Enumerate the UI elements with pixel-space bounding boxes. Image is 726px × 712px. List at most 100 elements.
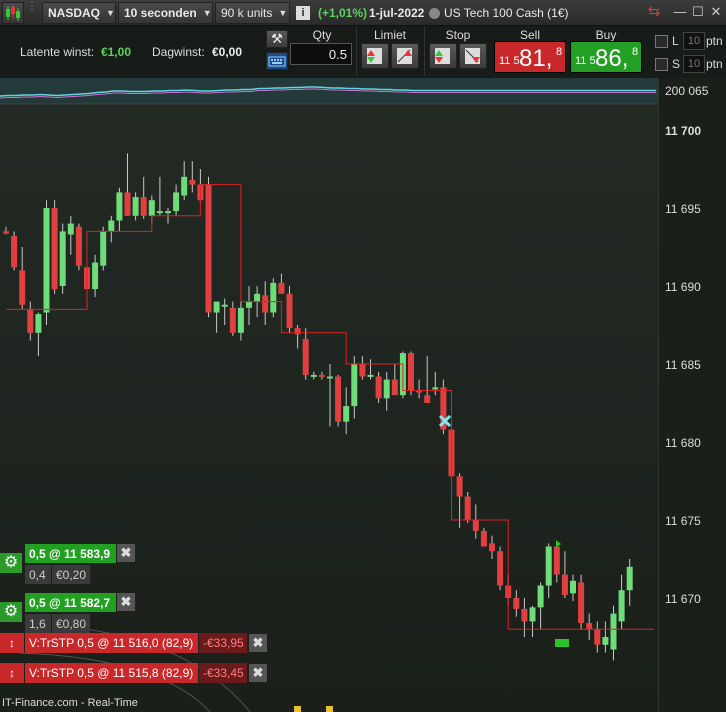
- candle: [464, 491, 471, 524]
- candle-body: [59, 231, 66, 286]
- candle-body: [262, 295, 269, 313]
- close-icon[interactable]: ✕: [708, 4, 724, 20]
- limit-points-unit: ptn: [706, 34, 723, 48]
- chart-canvas[interactable]: [0, 78, 726, 712]
- close-stop-button[interactable]: ✖: [249, 634, 267, 652]
- candle-body: [181, 176, 188, 196]
- stop-drag-handle-icon[interactable]: ↕: [0, 633, 24, 653]
- candle-body: [92, 262, 99, 290]
- candle-body: [11, 236, 18, 268]
- chevron-down-icon: ▼: [278, 8, 288, 18]
- instrument-name[interactable]: US Tech 100 Cash (1€): [444, 6, 569, 20]
- interval-dropdown[interactable]: 10 seconden ▼: [118, 2, 213, 24]
- stop-drag-handle-icon[interactable]: ↕: [0, 663, 24, 683]
- stop-points-input[interactable]: 10: [683, 55, 705, 73]
- qty-label: Qty: [312, 28, 332, 42]
- candle-body: [221, 304, 228, 307]
- keyboard-icon[interactable]: [266, 52, 288, 70]
- limit-buy-button[interactable]: [391, 43, 419, 69]
- candle-body: [213, 301, 220, 313]
- candle-body: [610, 613, 617, 650]
- latent-profit-value: €1,00: [101, 45, 132, 59]
- axis-tick-label: 11 700: [665, 124, 702, 138]
- candle-body: [35, 314, 42, 333]
- sell-button[interactable]: 11 5 81, 8: [494, 41, 566, 73]
- grip-handle[interactable]: ⋮: [27, 2, 41, 23]
- candle: [51, 200, 58, 294]
- candle-body: [521, 608, 528, 622]
- limit-sell-button[interactable]: [361, 43, 389, 69]
- candle-body: [432, 387, 439, 390]
- market-dropdown[interactable]: NASDAQ ▼: [42, 2, 116, 24]
- axis-tick-label: 11 690: [665, 280, 701, 294]
- stop-checkbox[interactable]: [655, 58, 668, 71]
- candle-body: [464, 496, 471, 520]
- position-qty: 1,6: [25, 614, 51, 633]
- candle-body: [237, 307, 244, 333]
- close-stop-button[interactable]: ✖: [249, 664, 267, 682]
- candle-body: [27, 309, 34, 333]
- price-axis: 200 065 11 700 11 695 11 690 11 685 11 6…: [658, 78, 726, 712]
- position-settings-gear-icon[interactable]: ⚙: [0, 602, 22, 622]
- latent-profit-label: Latente winst:: [20, 45, 95, 59]
- maximize-icon[interactable]: ☐: [690, 4, 706, 20]
- candle-body: [424, 395, 431, 403]
- candle: [335, 374, 342, 427]
- stop-sell-button[interactable]: [429, 43, 457, 69]
- candle-body: [108, 220, 115, 232]
- wrench-icon[interactable]: ⚒: [266, 30, 288, 48]
- event-marker[interactable]: [326, 706, 333, 712]
- event-marker[interactable]: [294, 706, 301, 712]
- limit-points-input[interactable]: 10: [683, 32, 705, 50]
- sell-price-prefix: 11 5: [499, 55, 520, 67]
- candle-body: [570, 580, 576, 594]
- candle-body: [359, 364, 366, 377]
- position-marker[interactable]: [555, 639, 569, 647]
- axis-tick-label: 11 670: [665, 592, 701, 606]
- candle-body: [497, 551, 504, 586]
- close-position-button[interactable]: ✖: [117, 544, 135, 562]
- stop-buy-button[interactable]: [459, 43, 487, 69]
- candle-body: [310, 374, 317, 377]
- candle-body: [602, 637, 609, 645]
- candle-body: [19, 270, 26, 305]
- info-icon[interactable]: i: [296, 6, 310, 20]
- limit-label: Limiet: [373, 28, 406, 42]
- axis-tick-label: 11 685: [665, 358, 701, 372]
- stop-group: Stop: [424, 26, 490, 76]
- position-price-tag[interactable]: 0,5 @ 11 583,9: [25, 544, 116, 563]
- buy-price-prefix: 11 5: [575, 55, 596, 67]
- candle-body: [335, 376, 342, 422]
- trailing-stop-tag[interactable]: V:TrSTP 0,5 @ 11 515,8 (82,9): [25, 663, 198, 683]
- candle-body: [553, 546, 560, 575]
- candle-body: [124, 192, 131, 216]
- candle-body: [375, 376, 382, 399]
- candle: [75, 223, 82, 271]
- candle-body: [189, 179, 196, 185]
- trailing-stop-tag[interactable]: V:TrSTP 0,5 @ 11 516,0 (82,9): [25, 633, 198, 653]
- position-price-tag[interactable]: 0,5 @ 11 582,7: [25, 593, 116, 612]
- close-position-button[interactable]: ✖: [117, 593, 135, 611]
- sell-price-main: 81,: [519, 45, 553, 72]
- candle: [578, 574, 585, 630]
- day-profit-label: Dagwinst:: [152, 45, 205, 59]
- candlestick-chart-icon[interactable]: [2, 2, 24, 24]
- candle-body: [391, 379, 398, 396]
- qty-input[interactable]: 0.5: [290, 43, 352, 65]
- candle-body: [529, 607, 536, 622]
- price-chart[interactable]: [0, 78, 726, 712]
- candle-body: [561, 574, 568, 595]
- position-settings-gear-icon[interactable]: ⚙: [0, 553, 22, 573]
- axis-tick-label: 11 680: [665, 436, 701, 450]
- candle: [11, 231, 18, 271]
- candle-body: [513, 598, 520, 609]
- candle-body: [618, 590, 625, 622]
- buy-price-main: 86,: [595, 45, 629, 72]
- minimize-icon[interactable]: —: [672, 4, 688, 20]
- limit-checkbox[interactable]: [655, 35, 668, 48]
- candle-body: [594, 629, 601, 645]
- units-dropdown[interactable]: 90 k units ▼: [215, 2, 290, 24]
- candle-body: [586, 622, 593, 630]
- buy-button[interactable]: 11 5 86, 8: [570, 41, 642, 73]
- sync-arrows-icon[interactable]: ⇆: [646, 4, 662, 20]
